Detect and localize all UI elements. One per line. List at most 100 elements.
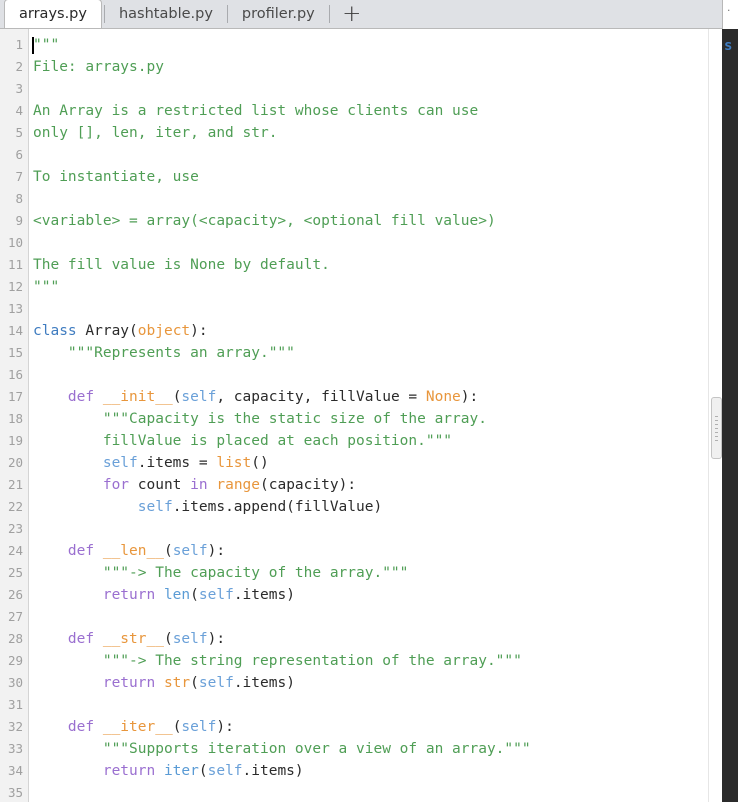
code-line[interactable]: """Represents an array.""" <box>30 342 708 364</box>
code-line[interactable]: """ <box>30 34 708 56</box>
code-text-area[interactable]: """ File: arrays.py An Array is a restric… <box>30 29 708 802</box>
code-line[interactable]: def __iter__(self): <box>30 716 708 738</box>
code-token: fillValue is placed at each position.""" <box>102 433 453 449</box>
line-number: 6 <box>15 147 23 162</box>
line-number: 5 <box>15 125 23 140</box>
code-token: str <box>163 675 191 691</box>
code-line[interactable]: self.items = list() <box>30 452 708 474</box>
code-token: ): <box>190 323 208 339</box>
code-token: range <box>216 477 261 493</box>
code-line[interactable] <box>30 298 708 320</box>
code-token: class <box>33 323 86 339</box>
code-line[interactable]: """Capacity is the static size of the ar… <box>30 408 708 430</box>
code-token: ): <box>207 543 226 559</box>
line-number: 23 <box>7 521 23 536</box>
code-token: None <box>425 389 461 405</box>
plus-icon[interactable]: + <box>330 0 374 28</box>
code-token: self <box>181 389 217 405</box>
code-token: """Represents an array.""" <box>67 345 295 361</box>
line-number: 34 <box>7 763 23 778</box>
line-number: 31 <box>7 697 23 712</box>
line-number: 24 <box>7 543 23 558</box>
code-line[interactable]: for count in range(capacity): <box>30 474 708 496</box>
code-token: list <box>216 455 252 471</box>
background-window-tab-fragment: . <box>726 4 732 14</box>
code-token: ( <box>190 675 199 691</box>
code-line[interactable] <box>30 188 708 210</box>
code-token: """Capacity is the static size of the ar… <box>102 411 487 427</box>
code-token: object <box>137 323 191 339</box>
code-line[interactable]: def __len__(self): <box>30 540 708 562</box>
code-token: .items.append(fillValue) <box>172 499 383 515</box>
line-number: 32 <box>7 719 23 734</box>
code-line[interactable]: The fill value is None by default. <box>30 254 708 276</box>
code-line[interactable]: An Array is a restricted list whose clie… <box>30 100 708 122</box>
code-token: def <box>67 389 103 405</box>
line-number: 2 <box>15 59 23 74</box>
line-number: 21 <box>7 477 23 492</box>
line-number: 27 <box>7 609 23 624</box>
code-line[interactable] <box>30 364 708 386</box>
code-line[interactable]: return iter(self.items) <box>30 760 708 782</box>
code-line[interactable] <box>30 782 708 802</box>
code-token: iter <box>163 763 199 779</box>
code-line[interactable] <box>30 606 708 628</box>
code-line[interactable] <box>30 78 708 100</box>
code-token: .items) <box>233 587 295 603</box>
code-line[interactable] <box>30 694 708 716</box>
code-token: self <box>181 719 217 735</box>
line-number: 22 <box>7 499 23 514</box>
scrollbar-thumb[interactable] <box>711 397 722 459</box>
background-editor-window[interactable]: . s <box>722 0 738 802</box>
code-line[interactable]: To instantiate, use <box>30 166 708 188</box>
code-token: count <box>137 477 191 493</box>
code-line[interactable] <box>30 518 708 540</box>
code-line[interactable]: <variable> = array(<capacity>, <optional… <box>30 210 708 232</box>
code-line[interactable]: return str(self.items) <box>30 672 708 694</box>
line-number: 20 <box>7 455 23 470</box>
code-line[interactable] <box>30 232 708 254</box>
line-number: 12 <box>7 279 23 294</box>
line-number: 26 <box>7 587 23 602</box>
code-line[interactable]: def __str__(self): <box>30 628 708 650</box>
code-token: return <box>102 763 164 779</box>
code-token: """Supports iteration over a view of an … <box>102 741 531 757</box>
code-token: The fill value is None by default. <box>33 257 330 273</box>
line-number: 25 <box>7 565 23 580</box>
code-editor[interactable]: 1 2 3 4 5 6 7 8 9 10 11 12 13 14 15 16 17 18 19 20 21 22 23 24 2… <box>0 29 722 802</box>
code-line[interactable]: File: arrays.py <box>30 56 708 78</box>
code-line[interactable]: only [], len, iter, and str. <box>30 122 708 144</box>
code-line[interactable]: class Array(object): <box>30 320 708 342</box>
line-number: 29 <box>7 653 23 668</box>
code-token: self <box>102 455 138 471</box>
code-line[interactable]: """-> The capacity of the array.""" <box>30 562 708 584</box>
code-token: .items = <box>137 455 217 471</box>
code-line[interactable]: self.items.append(fillValue) <box>30 496 708 518</box>
code-line[interactable]: """ <box>30 276 708 298</box>
code-line[interactable]: def __init__(self, capacity, fillValue =… <box>30 386 708 408</box>
tab-hashtable-py[interactable]: hashtable.py <box>105 0 227 28</box>
tab-label: profiler.py <box>241 6 315 22</box>
tab-arrays-py[interactable]: arrays.py <box>4 0 102 28</box>
code-line[interactable] <box>30 144 708 166</box>
code-line[interactable]: fillValue is placed at each position.""" <box>30 430 708 452</box>
code-token: for <box>102 477 138 493</box>
code-line[interactable]: return len(self.items) <box>30 584 708 606</box>
tab-profiler-py[interactable]: profiler.py <box>228 0 329 28</box>
code-line[interactable]: """Supports iteration over a view of an … <box>30 738 708 760</box>
line-number: 17 <box>7 389 23 404</box>
line-number-gutter[interactable]: 1 2 3 4 5 6 7 8 9 10 11 12 13 14 15 16 17 18 19 20 21 22 23 24 2… <box>0 29 29 802</box>
vertical-scrollbar[interactable] <box>708 29 722 802</box>
code-token: self <box>198 587 234 603</box>
code-line[interactable]: """-> The string representation of the a… <box>30 650 708 672</box>
line-number: 4 <box>15 103 23 118</box>
code-token: ( <box>190 587 199 603</box>
code-token: __len__ <box>102 543 164 559</box>
code-token: __str__ <box>102 631 164 647</box>
